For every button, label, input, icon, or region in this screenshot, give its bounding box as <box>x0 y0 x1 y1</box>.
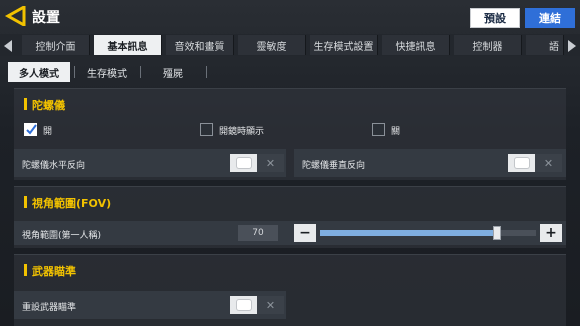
gyro-ads-checkbox[interactable] <box>200 123 213 136</box>
reset-aim-toggle[interactable]: ✕ <box>230 296 284 314</box>
gyro-off-checkbox[interactable] <box>372 123 385 136</box>
main-tab-bar: 控制介面 基本訊息 音效和畫質 靈敏度 生存模式設置 快捷訊息 控制器 語 <box>0 34 580 56</box>
gyro-vertical-toggle[interactable]: ✕ <box>508 154 562 172</box>
gyro-off-label: 關 <box>391 127 401 137</box>
section-accent-bar <box>24 264 27 276</box>
close-icon: ✕ <box>257 296 284 314</box>
tab-audio-graphics[interactable]: 音效和畫質 <box>166 35 234 55</box>
subtab-survival[interactable]: 生存模式 <box>76 62 138 82</box>
subtab-zombies[interactable]: 殭屍 <box>142 62 204 82</box>
checkmark-icon <box>26 124 37 135</box>
header: 設置 預設 連結 <box>0 0 580 34</box>
link-button[interactable]: 連結 <box>525 8 575 28</box>
gyro-vertical-label: 陀螺儀垂直反向 <box>302 161 366 171</box>
fov-row: 視角範圍(第一人稱) 70 − + <box>14 221 566 245</box>
chevron-left-icon <box>4 40 12 52</box>
close-icon: ✕ <box>257 154 284 172</box>
toggle-on-segment <box>230 296 257 314</box>
tab-survival-settings[interactable]: 生存模式設置 <box>310 35 378 55</box>
tab-scroll-left-button[interactable] <box>2 38 14 52</box>
back-button[interactable] <box>4 4 26 28</box>
gyro-on-label: 開 <box>43 127 53 137</box>
close-icon: ✕ <box>535 154 562 172</box>
tab-controller[interactable]: 控制器 <box>454 35 522 55</box>
fov-section-title: 視角範圍(FOV) <box>32 197 112 210</box>
gyro-on-checkbox[interactable] <box>24 123 37 136</box>
gyro-ads-label: 開鏡時顯示 <box>219 127 265 137</box>
gyro-mode-row: 開 開鏡時顯示 關 <box>14 119 566 141</box>
toggle-on-segment <box>230 154 257 172</box>
fov-increase-button[interactable]: + <box>540 224 562 242</box>
chevron-right-icon <box>568 40 576 52</box>
tab-language[interactable]: 語 <box>526 35 564 55</box>
fov-slider[interactable] <box>320 230 536 236</box>
fov-value: 70 <box>238 225 278 241</box>
gyro-horizontal-label: 陀螺儀水平反向 <box>22 161 86 171</box>
toggle-knob <box>236 300 251 310</box>
toggle-on-segment <box>508 154 535 172</box>
mode-subtab-bar: 多人模式 生存模式 殭屍 <box>8 62 572 82</box>
gyro-vertical-row: 陀螺儀垂直反向 ✕ <box>294 149 566 177</box>
toggle-knob <box>514 158 529 168</box>
gyro-horizontal-toggle[interactable]: ✕ <box>230 154 284 172</box>
reset-aim-label: 重設武器瞄準 <box>22 303 77 313</box>
gyro-section-title: 陀螺儀 <box>32 99 65 112</box>
back-arrow-icon <box>4 4 26 28</box>
reset-aim-row: 重設武器瞄準 ✕ <box>14 291 286 319</box>
section-accent-bar <box>24 196 27 208</box>
tab-sensitivity[interactable]: 靈敏度 <box>238 35 306 55</box>
subtab-divider <box>74 66 75 78</box>
fov-slider-thumb[interactable] <box>493 226 502 240</box>
subtab-divider <box>140 66 141 78</box>
tab-scroll-right-button[interactable] <box>566 38 578 52</box>
fov-section: 視角範圍(FOV) 視角範圍(第一人稱) 70 − + <box>14 186 566 248</box>
aim-section-title: 武器瞄準 <box>32 265 76 278</box>
tab-control-interface[interactable]: 控制介面 <box>22 35 90 55</box>
fov-label: 視角範圍(第一人稱) <box>22 231 102 241</box>
fov-decrease-button[interactable]: − <box>294 224 316 242</box>
subtab-multiplayer[interactable]: 多人模式 <box>8 62 70 82</box>
gyro-section: 陀螺儀 開 開鏡時顯示 關 陀螺儀水平反向 ✕ 陀螺儀垂直反向 ✕ <box>14 88 566 180</box>
preset-button[interactable]: 預設 <box>470 8 520 28</box>
section-accent-bar <box>24 98 27 110</box>
subtab-divider <box>206 66 207 78</box>
tab-quick-messages[interactable]: 快捷訊息 <box>382 35 450 55</box>
toggle-knob <box>236 158 251 168</box>
page-title: 設置 <box>32 10 60 26</box>
gyro-horizontal-row: 陀螺儀水平反向 ✕ <box>14 149 286 177</box>
tab-basic-info[interactable]: 基本訊息 <box>94 35 162 55</box>
aim-section: 武器瞄準 重設武器瞄準 ✕ <box>14 254 566 326</box>
fov-slider-fill <box>320 230 498 236</box>
